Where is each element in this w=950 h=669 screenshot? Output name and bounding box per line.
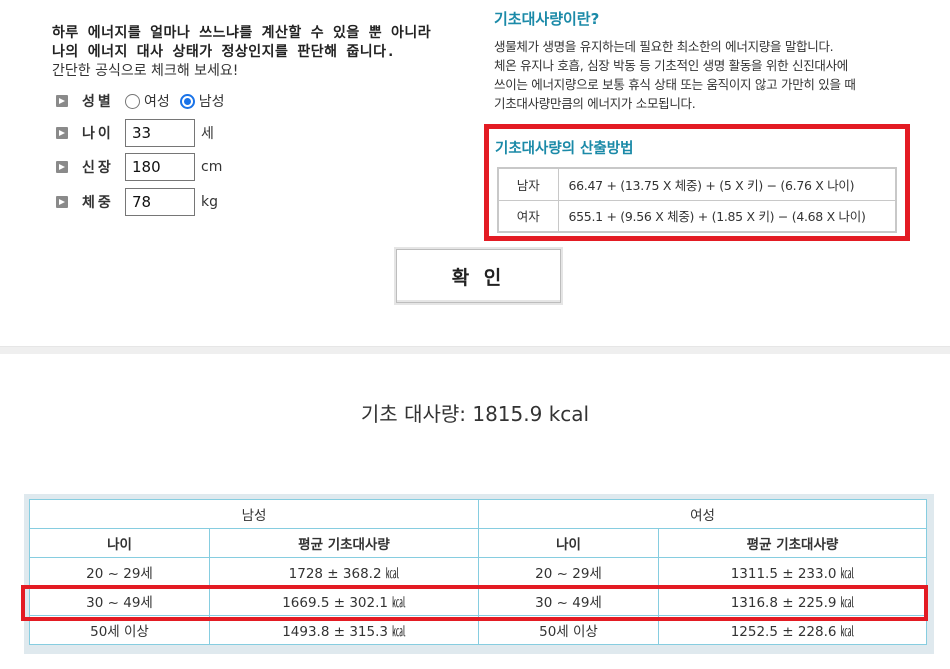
bmr-info: 기초대사량이란? 생물체가 생명을 유지하는데 필요한 최소한의 에너지량을 말… [494, 8, 914, 113]
formula-text: 655.1 + (9.56 X 체중) + (1.85 X 키) − (4.68… [557, 199, 897, 233]
age-row: 나이 세 [56, 118, 214, 148]
height-row: 신장 cm [56, 152, 222, 182]
weight-row: 체중 kg [56, 187, 218, 217]
table-row: 20 ~ 29세 1728 ± 368.2 ㎉ 20 ~ 29세 1311.5 … [29, 557, 927, 587]
female-value-cell: 1311.5 ± 233.0 ㎉ [658, 557, 927, 587]
gender-row: 성별 여성 남성 [56, 86, 235, 116]
info-line-2: 체온 유지나 호흡, 심장 박동 등 기초적인 생명 활동을 위한 신진대사에 [494, 58, 849, 73]
confirm-button[interactable]: 확 인 [396, 249, 561, 303]
bullet-arrow-icon [56, 161, 68, 173]
intro-line-3: 간단한 공식으로 체크해 보세요! [52, 63, 239, 79]
radio-circle-icon[interactable] [125, 93, 140, 109]
male-age-cell: 20 ~ 29세 [29, 557, 210, 587]
female-age-cell: 20 ~ 29세 [478, 557, 659, 587]
age-column-header: 나이 [29, 528, 210, 558]
bullet-arrow-icon [56, 95, 68, 107]
height-unit: cm [201, 159, 223, 175]
formula-table: 남자 66.47 + (13.75 X 체중) + (5 X 키) − (6.7… [497, 167, 897, 233]
calc-method-box: 기초대사량의 산출방법 남자 66.47 + (13.75 X 체중) + (5… [484, 124, 910, 241]
male-header: 남성 [29, 499, 479, 529]
formula-text: 66.47 + (13.75 X 체중) + (5 X 키) − (6.76 X… [557, 167, 897, 201]
reference-table-panel: 남성 여성 나이 평균 기초대사량 나이 평균 기초대사량 20 ~ 29세 1… [21, 494, 934, 654]
reference-table: 남성 여성 나이 평균 기초대사량 나이 평균 기초대사량 20 ~ 29세 1… [29, 499, 927, 645]
formula-row-female: 여자 655.1 + (9.56 X 체중) + (1.85 X 키) − (4… [497, 199, 897, 233]
result-text: 기초 대사량: 1815.9 kcal [360, 402, 590, 426]
weight-unit: kg [201, 194, 218, 210]
info-title: 기초대사량이란? [494, 10, 600, 28]
bullet-arrow-icon [56, 196, 68, 208]
age-input[interactable] [125, 119, 195, 147]
male-radio-label: 남성 [198, 94, 225, 110]
intro-line-2: 나의 에너지 대사 상태가 정상인지를 판단해 줍니다. [52, 44, 396, 60]
female-radio[interactable]: 여성 [125, 91, 170, 111]
male-value-cell: 1728 ± 368.2 ㎉ [209, 557, 479, 587]
divider [0, 346, 950, 354]
age-label: 나이 [82, 126, 114, 142]
intro-text: 하루 에너지를 얼마나 쓰느냐를 계산할 수 있을 뿐 아니라 나의 에너지 대… [52, 24, 472, 80]
info-line-1: 생물체가 생명을 유지하는데 필요한 최소한의 에너지량을 말합니다. [494, 39, 834, 54]
height-label: 신장 [82, 160, 114, 176]
weight-label: 체중 [82, 195, 114, 211]
radio-selected-icon[interactable] [179, 93, 195, 109]
info-line-4: 기초대사량만큼의 에너지가 소모됩니다. [494, 96, 696, 111]
calc-title: 기초대사량의 산출방법 [495, 141, 634, 157]
formula-sex: 여자 [497, 199, 559, 233]
bullet-arrow-icon [56, 127, 68, 139]
age-unit: 세 [201, 126, 214, 142]
avg-column-header: 평균 기초대사량 [658, 528, 927, 558]
female-radio-label: 여성 [144, 94, 170, 110]
weight-input[interactable] [125, 188, 195, 216]
info-line-3: 쓰이는 에너지량으로 보통 휴식 상태 또는 움직이지 않고 가만히 있을 때 [494, 77, 856, 92]
avg-column-header: 평균 기초대사량 [209, 528, 479, 558]
formula-row-male: 남자 66.47 + (13.75 X 체중) + (5 X 키) − (6.7… [497, 167, 897, 201]
row-highlight-box [21, 585, 928, 621]
male-radio[interactable]: 남성 [179, 91, 225, 111]
female-header: 여성 [478, 499, 927, 529]
height-input[interactable] [125, 153, 195, 181]
formula-sex: 남자 [497, 167, 559, 201]
gender-label: 성별 [82, 94, 114, 110]
intro-line-1: 하루 에너지를 얼마나 쓰느냐를 계산할 수 있을 뿐 아니라 [52, 25, 432, 41]
age-column-header: 나이 [478, 528, 659, 558]
